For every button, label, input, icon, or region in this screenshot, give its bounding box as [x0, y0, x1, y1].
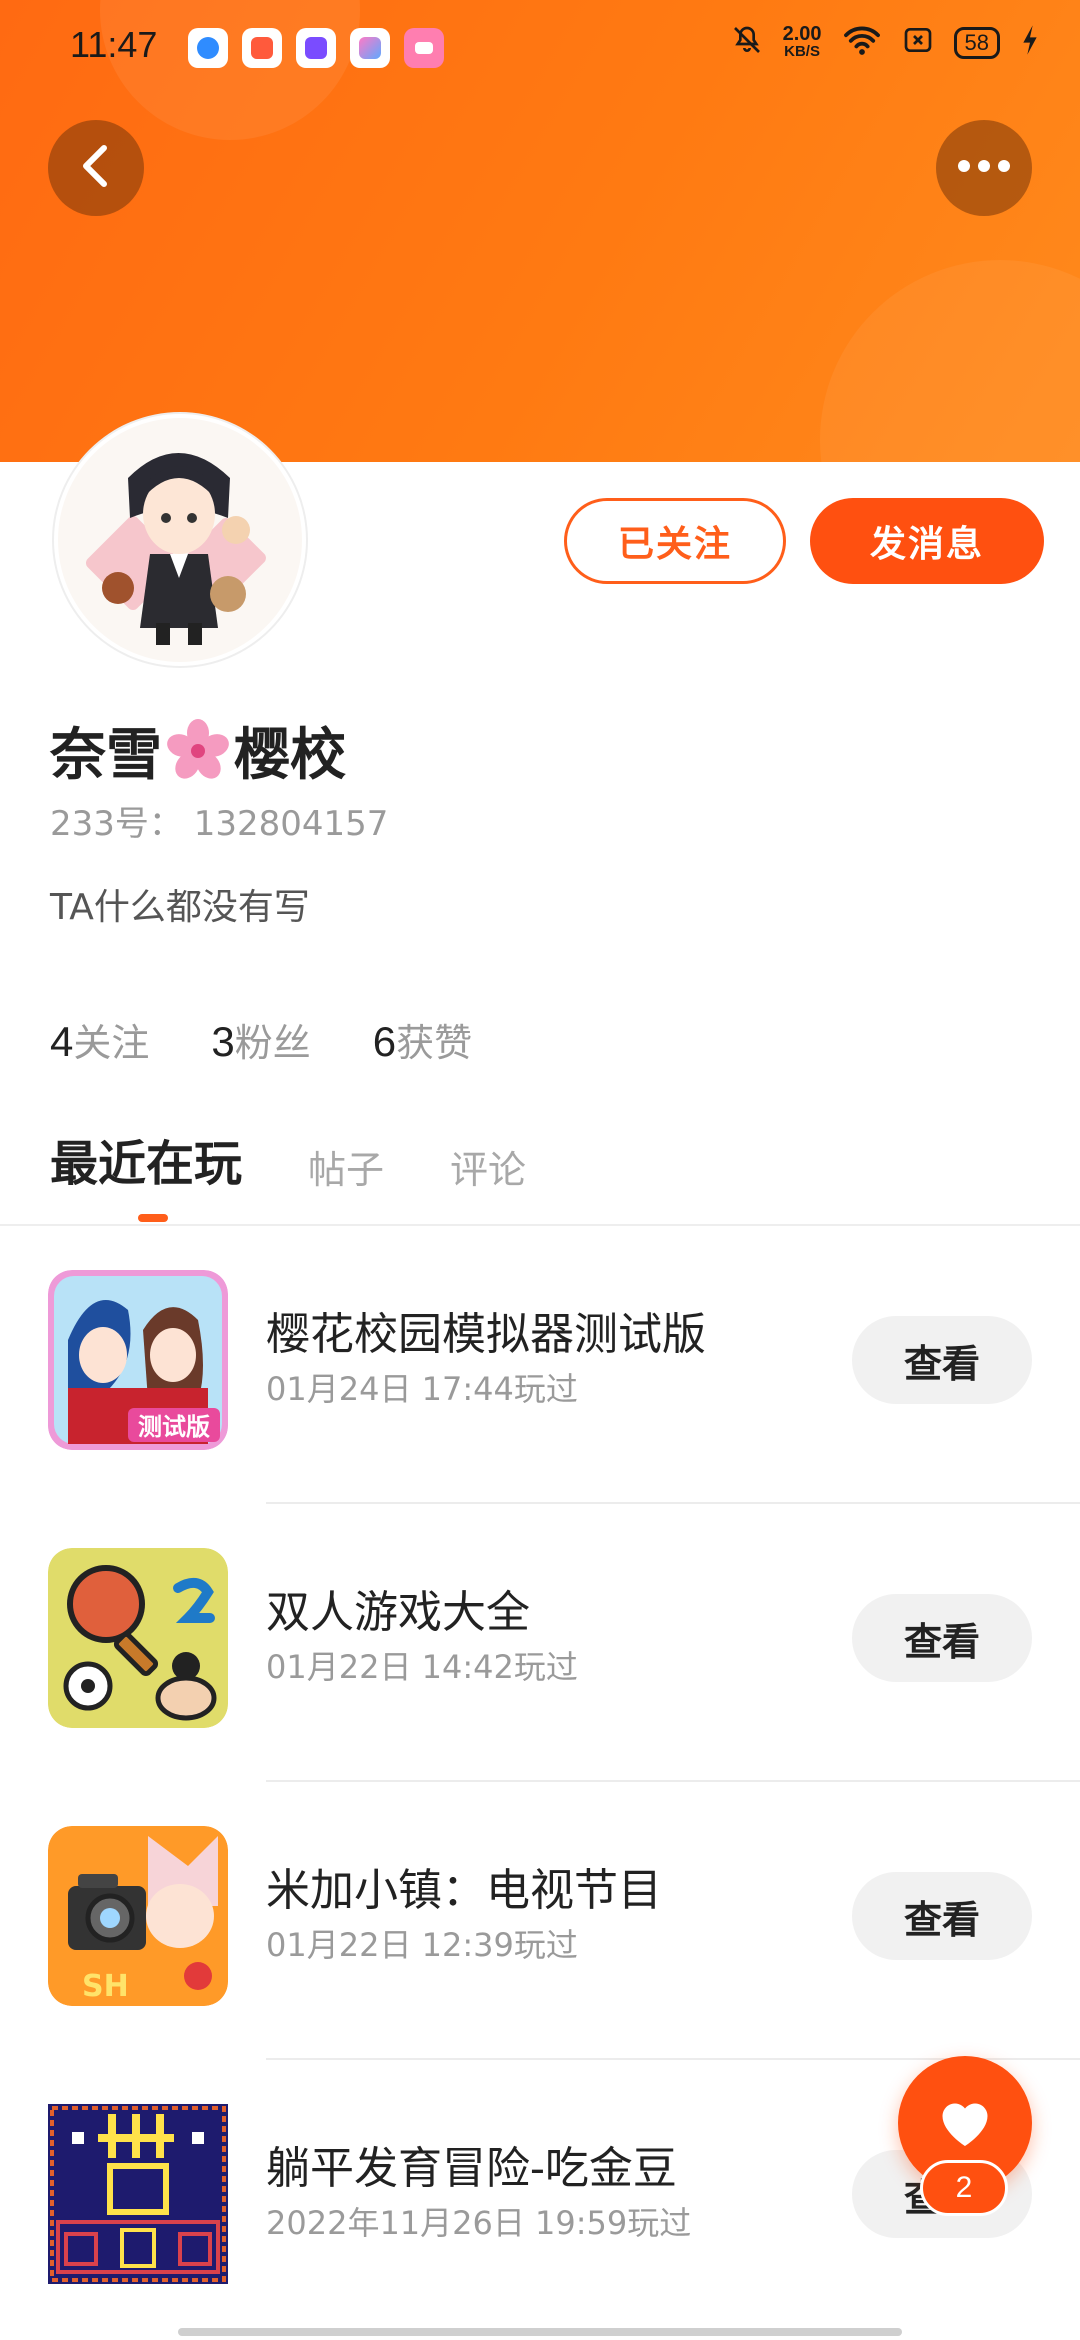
- stat-following[interactable]: 4 关注: [50, 1012, 149, 1067]
- active-tab-indicator: [138, 1214, 168, 1222]
- status-notification-icons: [188, 28, 444, 68]
- profile-stats: 4 关注 3 粉丝 6 获赞: [50, 1012, 472, 1067]
- stat-followers-count: 3: [211, 1018, 235, 1065]
- send-message-button[interactable]: 发消息: [810, 498, 1044, 584]
- tab-posts[interactable]: 帖子: [308, 1139, 384, 1194]
- game-title: 米加小镇：电视节目: [266, 1865, 662, 1916]
- network-speed: 2.00 KB/S: [782, 23, 822, 61]
- list-item[interactable]: 双人游戏大全 01月22日 14:42玩过 查看: [0, 1504, 1080, 1782]
- game-played-time: 01月22日 12:39玩过: [266, 1926, 578, 1964]
- list-item[interactable]: SH 米加小镇：电视节目 01月22日 12:39玩过 查看: [0, 1782, 1080, 2060]
- stat-followers-label: 粉丝: [234, 1021, 311, 1065]
- avatar[interactable]: [54, 414, 306, 666]
- nickname: 奈雪 樱校: [50, 710, 346, 791]
- game-icon-sakura-school: 测试版: [48, 1270, 228, 1450]
- stat-following-label: 关注: [73, 1021, 150, 1065]
- game-played-time: 2022年11月26日 19:59玩过: [266, 2204, 692, 2242]
- battery-indicator: 58: [953, 27, 1000, 59]
- game-title: 躺平发育冒险-吃金豆: [266, 2143, 677, 2194]
- chat-notification-icon: [296, 28, 336, 68]
- app-notification-icon: [350, 28, 390, 68]
- game-title: 樱花校园模拟器测试版: [266, 1309, 706, 1360]
- home-indicator[interactable]: [178, 2328, 902, 2336]
- view-game-button[interactable]: 查看: [852, 1316, 1032, 1404]
- app-notification-icon: [188, 28, 228, 68]
- profile-tabs: 最近在玩 帖子 评论: [50, 1124, 526, 1194]
- user-id: 233号： 132804157: [50, 804, 389, 844]
- followed-button[interactable]: 已关注: [564, 498, 786, 584]
- stat-likes[interactable]: 6 获赞: [373, 1012, 472, 1067]
- tab-recently-played[interactable]: 最近在玩: [50, 1124, 242, 1194]
- game-title: 双人游戏大全: [266, 1587, 530, 1638]
- stat-following-count: 4: [50, 1018, 74, 1065]
- sim-off-icon: [902, 24, 934, 62]
- nickname-part-1: 奈雪: [50, 723, 162, 788]
- nickname-part-2: 樱校: [234, 723, 346, 788]
- heart-icon: [935, 2093, 995, 2153]
- game-icon-two-player: [48, 1548, 228, 1728]
- network-speed-unit: KB/S: [784, 43, 820, 60]
- bilibili-notification-icon: [404, 28, 444, 68]
- game-icon-badge: 测试版: [138, 1413, 210, 1441]
- stat-likes-label: 获赞: [396, 1021, 473, 1065]
- stat-likes-count: 6: [372, 1018, 397, 1065]
- mute-icon: [731, 24, 763, 62]
- more-dots-icon: [954, 158, 1014, 178]
- back-button[interactable]: [48, 120, 144, 216]
- game-notification-icon: [242, 28, 282, 68]
- game-played-time: 01月22日 14:42玩过: [266, 1648, 578, 1686]
- chevron-left-icon: [76, 142, 116, 194]
- stat-followers[interactable]: 3 粉丝: [211, 1012, 310, 1067]
- game-icon-lying-flat-adventure: [48, 2104, 228, 2284]
- like-count-badge: 2: [920, 2160, 1008, 2216]
- game-icon-miga-town: SH: [48, 1826, 228, 2006]
- banner-decoration: [820, 260, 1080, 462]
- charging-icon: [1020, 24, 1040, 62]
- network-speed-value: 2.00: [782, 23, 822, 45]
- status-right: 2.00 KB/S 58: [731, 24, 1040, 62]
- game-played-time: 01月24日 17:44玩过: [266, 1370, 578, 1408]
- view-game-button[interactable]: 查看: [852, 1594, 1032, 1682]
- wifi-icon: [842, 24, 882, 62]
- sakura-flower-icon: [166, 718, 230, 783]
- svg-text:SH: SH: [82, 1969, 129, 2004]
- list-item[interactable]: 测试版 樱花校园模拟器测试版 01月24日 17:44玩过 查看: [0, 1226, 1080, 1504]
- view-game-button[interactable]: 查看: [852, 1872, 1032, 1960]
- user-bio: TA什么都没有写: [50, 887, 310, 928]
- profile-page: 11:47 2.00 KB/S 58 已关注 发消息 奈雪 樱校 233号： 1…: [0, 0, 1080, 2340]
- tab-comments[interactable]: 评论: [450, 1139, 526, 1194]
- status-bar: 11:47 2.00 KB/S 58: [0, 0, 1080, 96]
- status-time: 11:47: [70, 24, 158, 65]
- more-options-button[interactable]: [936, 120, 1032, 216]
